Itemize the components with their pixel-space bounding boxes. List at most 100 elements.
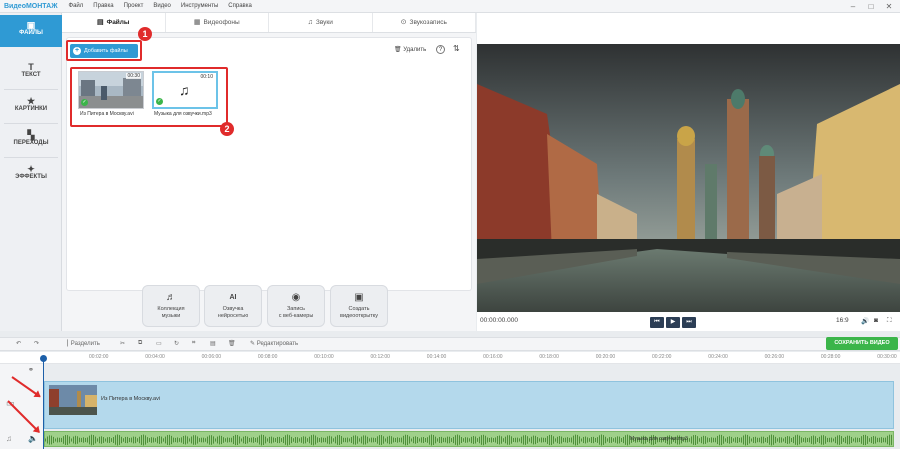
menu-file[interactable]: Файл [64,3,89,9]
sidebar-item-label: ТЕКСТ [21,72,41,78]
video-track[interactable]: Из Питера в Москву.avi [44,381,894,429]
timecode: 00:00:00.000 [480,317,518,324]
cut-icon[interactable]: ✂ [120,340,125,347]
copy-icon[interactable]: ⧉ [138,340,142,347]
music-collection-button[interactable]: ♬ Коллекция музыки [142,285,200,327]
menu-tools[interactable]: Инструменты [176,3,223,9]
divider [4,89,58,90]
tab-label: Файлы [106,19,130,26]
webcam-icon: ◉ [291,292,301,303]
undo-icon[interactable]: ↶ [16,340,21,347]
clip-thumbnail [49,385,97,415]
split-button[interactable]: ⎮ Разделить [66,340,100,347]
video-clip-name: Из Питера в Москву.avi [101,396,161,402]
ruler-tick: 00:02:00 [89,354,109,360]
action-label: Создать [348,306,370,312]
sidebar-item-label: ФАЙЛЫ [19,30,43,36]
sort-icon[interactable]: ⇅ [453,44,460,53]
tab-sounds[interactable]: ♫ Звуки [269,13,373,32]
ai-icon: AI [229,294,237,301]
star-icon: ★ [26,96,36,106]
minimize-icon[interactable]: – [844,0,862,13]
action-label: Озвучка [222,306,244,312]
ruler-tick: 00:28:00 [820,354,841,360]
link-icon[interactable]: ⚭ [28,366,34,374]
menu-project[interactable]: Проект [119,3,149,9]
sidebar-item-files[interactable]: ▣ ФАЙЛЫ [0,15,62,47]
skip-back-icon[interactable]: ⏮ [650,317,664,328]
delete-icon[interactable]: 🗑 [228,340,236,347]
ruler-tick: 00:10:00 [314,354,334,360]
ruler-tick: 00:22:00 [652,354,672,360]
ruler-tick: 00:04:00 [145,354,165,360]
sidebar-item-transitions[interactable]: ▚ ПЕРЕХОДЫ [0,125,62,157]
text-icon: T [28,62,34,72]
playhead-handle[interactable] [40,355,47,362]
menu-edit[interactable]: Правка [88,3,118,9]
maximize-icon[interactable]: □ [862,0,880,13]
action-label: нейросетью [217,312,249,319]
annotation-badge-2: 2 [220,122,234,136]
skip-forward-icon[interactable]: ⏭ [682,317,696,328]
menu-video[interactable]: Видео [148,3,176,9]
ruler-tick: 00:12:00 [370,354,390,360]
audio-track[interactable]: Музыка для озвучки.mp3 [44,431,894,447]
sound-icon: ♫ [307,19,313,26]
tab-label: Видеофоны [203,19,240,26]
tab-label: Звукозапись [409,19,447,26]
tab-recording[interactable]: ⊙ Звукозапись [373,13,476,32]
sidebar: ▣ ФАЙЛЫ T ТЕКСТ ★ КАРТИНКИ ▚ ПЕРЕХОДЫ ✦ … [0,13,62,331]
aspect-ratio-select[interactable]: 16:9 [836,317,849,324]
ruler-tick: 00:16:00 [483,354,503,360]
timeline-toolbar: ↶ ↷ ⎮ Разделить ✂ ⧉ ▭ ↻ ⌗ ▤ 🗑 ✎ Редактир… [0,337,900,351]
sidebar-item-text[interactable]: T ТЕКСТ [0,57,62,89]
mic-icon: ⊙ [400,19,407,26]
delete-button[interactable]: 🗑 Удалить [394,46,426,53]
rotate-icon[interactable]: ↻ [174,340,179,347]
video-preview [477,44,900,312]
sidebar-item-pictures[interactable]: ★ КАРТИНКИ [0,91,62,123]
paste-icon[interactable]: ▭ [156,340,162,347]
edit-label: Редактировать [256,341,299,347]
app-brand: ВидеоМОНТАЖ [4,2,58,10]
tab-bar: ▤ Файлы ▦ Видеофоны ♫ Звуки ⊙ Звукозапись [62,13,476,33]
sidebar-item-label: ПЕРЕХОДЫ [13,140,49,146]
ruler-tick: 00:14:00 [426,354,447,360]
menu-help[interactable]: Справка [223,3,257,9]
sidebar-item-label: ЭФФЕКТЫ [15,174,47,180]
ruler-tick: 00:08:00 [257,354,278,360]
properties-icon[interactable]: ▤ [210,340,216,347]
ruler-tick: 00:24:00 [708,354,728,360]
close-icon[interactable]: ✕ [880,0,898,13]
track-headers: ⚭ ▭ ♫ 🔈 [0,364,44,449]
ruler-tick: 00:20:00 [595,354,616,360]
ruler-tick: 00:18:00 [539,354,559,360]
sidebar-item-label: КАРТИНКИ [14,106,48,112]
fullscreen-icon[interactable]: ⛶ [887,317,892,325]
volume-icon[interactable]: 🔊 [861,317,869,325]
music-track-icon: ♫ [6,434,12,443]
ruler-tick: 00:06:00 [201,354,222,360]
play-icon[interactable]: ▶ [666,317,680,328]
action-label: видеооткрытку [340,312,378,319]
help-icon[interactable]: ? [436,45,445,54]
effects-icon: ✦ [27,164,35,174]
audio-waveform [45,434,892,446]
edit-button[interactable]: ✎ Редактировать [250,340,298,347]
annotation-box-1 [66,40,142,61]
crop-icon[interactable]: ⌗ [192,340,195,347]
videocard-icon: ▣ [354,292,364,303]
playhead[interactable] [43,356,44,449]
snapshot-icon[interactable]: ◙ [874,317,878,324]
webcam-record-button[interactable]: ◉ Запись с веб-камеры [267,285,325,327]
folder-icon: ▤ [97,19,104,26]
tab-label: Звуки [315,19,333,26]
save-video-button[interactable]: СОХРАНИТЬ ВИДЕО [826,337,898,350]
sidebar-item-effects[interactable]: ✦ ЭФФЕКТЫ [0,159,62,191]
ai-voiceover-button[interactable]: AI Озвучка нейросетью [204,285,262,327]
create-videocard-button[interactable]: ▣ Создать видеооткрытку [330,285,388,327]
action-label: Коллекция [157,306,185,312]
tab-video-backgrounds[interactable]: ▦ Видеофоны [166,13,269,32]
ruler-tick: 00:26:00 [764,354,785,360]
redo-icon[interactable]: ↷ [34,340,39,347]
